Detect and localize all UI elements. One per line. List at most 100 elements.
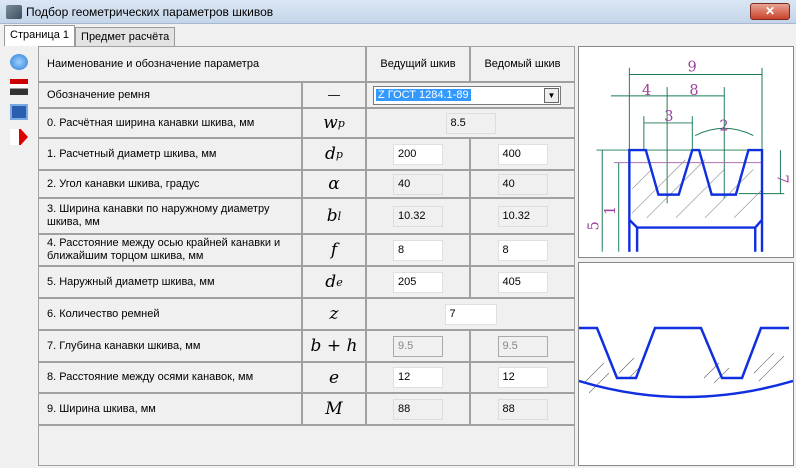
param-label: 2. Угол канавки шкива, градус: [39, 171, 303, 197]
driving-cell: 9.5: [367, 331, 471, 361]
table-row: 7. Глубина канавки шкива, мм b + h 9.5 9.5: [39, 331, 574, 363]
param-symbol-sub: e: [336, 275, 343, 289]
driven-value-input[interactable]: 400: [497, 143, 548, 165]
dim-label-5: 5: [586, 221, 602, 230]
driven-cell: 10.32: [471, 199, 574, 233]
toolbar: [10, 54, 34, 154]
param-symbol: z: [329, 304, 339, 324]
table-row: 0. Расчётная ширина канавки шкива, мм w p 8…: [39, 109, 574, 139]
driven-value-input[interactable]: 12: [497, 367, 548, 388]
refresh-icon[interactable]: [10, 54, 28, 70]
driving-value-input[interactable]: 205: [393, 271, 443, 293]
groove-profile-drawing: 9 4 8 3 2 7 1 5: [578, 46, 794, 258]
export-icon[interactable]: [10, 129, 28, 145]
table-row: 2. Угол канавки шкива, градус α 40 40: [39, 171, 574, 199]
param-symbol-cell: b + h: [303, 331, 367, 361]
groove-detail-svg: [578, 326, 794, 399]
param-symbol-cell: f: [303, 235, 367, 265]
driven-cell: 12: [471, 363, 574, 392]
driven-value-input[interactable]: 405: [497, 271, 548, 293]
belt-symbol: —: [303, 83, 367, 107]
chevron-down-icon[interactable]: ▼: [544, 87, 559, 103]
driven-value-input: 40: [497, 173, 548, 195]
param-label: 3. Ширина канавки по наружному диаметру …: [39, 199, 303, 233]
param-symbol-cell: de: [303, 267, 367, 297]
dim-label-7: 7: [774, 174, 790, 183]
title-bar: Подбор геометрических параметров шкивов …: [0, 0, 796, 24]
belt-label: Обозначение ремня: [39, 83, 303, 107]
param-label: 6. Количество ремней: [39, 299, 303, 329]
driving-cell: 10.32: [367, 199, 471, 233]
param-symbol: w: [323, 113, 338, 133]
param-symbol-cell: e: [303, 363, 367, 392]
header-name: Наименование и обозначение параметра: [39, 47, 367, 81]
param-label: 1. Расчетный диаметр шкива, мм: [39, 139, 303, 169]
driving-cell: 200: [367, 139, 471, 169]
param-symbol-cell: α: [303, 171, 367, 197]
driven-cell: 40: [471, 171, 574, 197]
driven-cell: 88: [471, 394, 574, 424]
param-symbol-sub: p: [335, 147, 343, 161]
window-title: Подбор геометрических параметров шкивов: [26, 4, 274, 19]
driven-cell: 9.5: [471, 331, 574, 361]
param-symbol: b: [326, 206, 338, 226]
shared-cell: 8.5: [367, 109, 574, 137]
driven-cell: 8: [471, 235, 574, 265]
table-row: 5. Наружный диаметр шкива, мм d e 205 405: [39, 267, 574, 299]
driving-value-input: 10.32: [393, 205, 443, 227]
driven-value-input: 9.5: [497, 335, 548, 357]
belt-select[interactable]: Z ГОСТ 1284.1-89 ▼: [373, 85, 561, 105]
driving-cell: 40: [367, 171, 471, 197]
close-button[interactable]: ✕: [750, 3, 790, 20]
table-row: 3. Ширина канавки по наружному диаметру …: [39, 199, 574, 235]
driving-cell: 8: [367, 235, 471, 265]
param-symbol-sub: p: [337, 116, 345, 130]
tab-subject[interactable]: Предмет расчёта: [75, 27, 176, 46]
table-header: Наименование и обозначение параметра Вед…: [39, 47, 574, 83]
param-label: 4. Расстояние между осью крайней канавки…: [39, 235, 303, 265]
param-symbol: b + h: [310, 336, 358, 356]
driving-value-input: 88: [393, 398, 443, 420]
save-report-icon[interactable]: [10, 79, 28, 95]
driving-value-input[interactable]: 200: [393, 143, 443, 165]
header-driving: Ведущий шкив: [367, 47, 471, 81]
driving-value-input: 40: [393, 173, 443, 195]
param-symbol-cell: M: [303, 394, 367, 424]
table-icon[interactable]: [10, 104, 28, 120]
driven-value-input: 10.32: [497, 205, 548, 227]
dim-label-2: 2: [719, 119, 728, 135]
driving-value-input[interactable]: 12: [393, 367, 443, 388]
driven-value-input: 88: [497, 398, 548, 420]
shared-value-input[interactable]: 7: [444, 303, 497, 325]
driven-value-input[interactable]: 8: [497, 239, 548, 261]
driving-value-input[interactable]: 8: [393, 239, 443, 261]
table-row: 9. Ширина шкива, мм M 88 88: [39, 394, 574, 426]
dim-label-4: 4: [642, 83, 651, 99]
shared-value-input: 8.5: [445, 112, 496, 134]
header-driven: Ведомый шкив: [484, 58, 561, 70]
param-symbol: f: [330, 240, 338, 260]
groove-detail-drawing: [578, 262, 794, 466]
belt-row: Обозначение ремня — Z ГОСТ 1284.1-89 ▼: [39, 83, 574, 109]
belt-cell: Z ГОСТ 1284.1-89 ▼: [367, 83, 574, 107]
param-symbol: M: [325, 399, 343, 419]
dim-label-1: 1: [603, 206, 619, 215]
param-symbol-cell: wp: [303, 109, 367, 137]
param-symbol: d: [325, 144, 336, 164]
tab-page-1[interactable]: Страница 1: [4, 25, 76, 46]
dim-label-8: 8: [689, 83, 698, 99]
dim-label-3: 3: [664, 109, 673, 125]
param-label: 5. Наружный диаметр шкива, мм: [39, 267, 303, 297]
param-symbol-cell: dp: [303, 139, 367, 169]
param-symbol: α: [328, 174, 340, 194]
param-symbol-cell: z: [303, 299, 367, 329]
driven-cell: 400: [471, 139, 574, 169]
param-symbol-cell: bl: [303, 199, 367, 233]
driving-value-input: 9.5: [393, 335, 443, 357]
dim-label-9: 9: [687, 60, 696, 76]
parameters-table: Наименование и обозначение параметра Вед…: [38, 46, 575, 466]
tab-bar: Страница 1 Предмет расчёта: [4, 25, 176, 46]
driving-cell: 88: [367, 394, 471, 424]
driven-cell: 405: [471, 267, 574, 297]
table-row: 1. Расчетный диаметр шкива, мм d p 200 400: [39, 139, 574, 171]
